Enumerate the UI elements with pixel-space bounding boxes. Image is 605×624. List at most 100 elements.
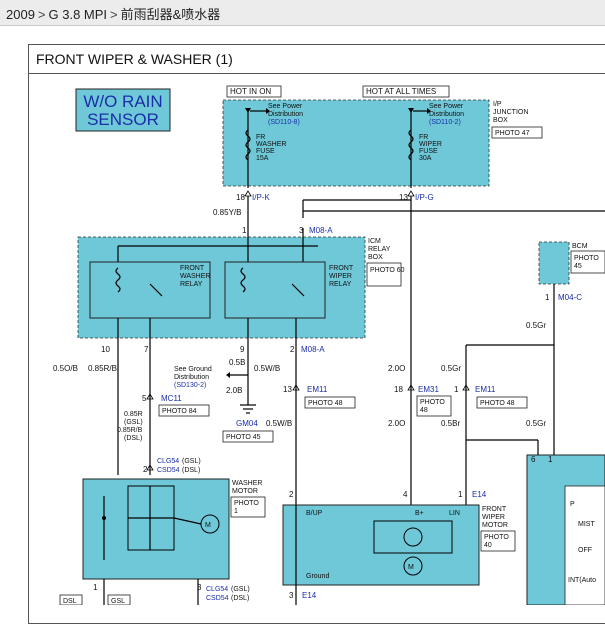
svg-text:2.0B: 2.0B [226, 386, 242, 395]
svg-text:B+: B+ [415, 510, 424, 517]
svg-text:10: 10 [101, 345, 110, 354]
svg-text:PHOTO 48: PHOTO 48 [480, 400, 515, 407]
svg-text:(GSL): (GSL) [182, 458, 201, 465]
svg-text:0.5Gr: 0.5Gr [526, 419, 546, 428]
svg-text:(DSL): (DSL) [124, 435, 142, 442]
svg-text:13: 13 [283, 385, 292, 394]
svg-text:45: 45 [574, 263, 582, 270]
svg-text:CLG54: CLG54 [206, 586, 228, 593]
svg-text:CSD54: CSD54 [157, 467, 180, 474]
svg-text:0.85Y/B: 0.85Y/B [213, 208, 241, 217]
svg-text:INT(Auto: INT(Auto [568, 577, 596, 584]
svg-text:(SD110-2): (SD110-2) [429, 119, 461, 126]
svg-text:See Ground: See Ground [174, 366, 212, 373]
svg-text:DSL: DSL [63, 598, 77, 605]
svg-text:2: 2 [289, 490, 294, 499]
icm-relay-box [77, 236, 366, 339]
svg-text:MOTOR: MOTOR [232, 488, 258, 495]
svg-text:(DSL): (DSL) [231, 595, 249, 602]
rain-sensor-line2: SENSOR [87, 110, 159, 129]
svg-text:1: 1 [454, 385, 459, 394]
svg-text:0.5Gr: 0.5Gr [526, 321, 546, 330]
svg-text:3: 3 [289, 591, 294, 600]
svg-text:BCM: BCM [572, 243, 588, 250]
svg-text:M08-A: M08-A [301, 345, 325, 354]
svg-text:48: 48 [420, 407, 428, 414]
svg-text:FR: FR [419, 134, 428, 141]
svg-text:(GSL): (GSL) [124, 419, 143, 426]
svg-text:FRONT: FRONT [329, 265, 354, 272]
svg-text:PHOTO: PHOTO [234, 500, 259, 507]
svg-text:0.5W/B: 0.5W/B [266, 419, 292, 428]
svg-text:WIPER: WIPER [482, 514, 505, 521]
svg-text:M: M [408, 564, 414, 571]
svg-text:0.5O/B: 0.5O/B [53, 364, 78, 373]
svg-text:B/UP: B/UP [306, 510, 323, 517]
svg-text:LIN: LIN [449, 510, 460, 517]
svg-text:BOX: BOX [368, 254, 383, 261]
rain-sensor-line1: W/O RAIN [83, 92, 162, 111]
svg-text:Ground: Ground [306, 573, 329, 580]
svg-text:Distribution: Distribution [174, 374, 209, 381]
svg-text:1: 1 [548, 455, 553, 464]
washer-motor [82, 478, 230, 580]
svg-text:0.85R/B: 0.85R/B [117, 427, 143, 434]
svg-text:See Power: See Power [429, 103, 464, 110]
svg-text:WIPER: WIPER [419, 141, 442, 148]
svg-text:0.85R: 0.85R [124, 411, 143, 418]
svg-text:0.85R/B: 0.85R/B [88, 364, 117, 373]
svg-text:CLG54: CLG54 [157, 458, 179, 465]
svg-text:MOTOR: MOTOR [482, 522, 508, 529]
svg-text:MIST: MIST [578, 521, 595, 528]
icm-photo: PHOTO 60 [370, 267, 405, 274]
svg-text:ICM: ICM [368, 238, 381, 245]
svg-text:FUSE: FUSE [419, 148, 438, 155]
svg-text:FRONT: FRONT [180, 265, 205, 272]
svg-text:9: 9 [240, 345, 245, 354]
conn-ipg: I/P-G [415, 193, 434, 202]
svg-text:13: 13 [399, 193, 408, 202]
svg-text:EM11: EM11 [475, 385, 496, 394]
svg-text:CSD54: CSD54 [206, 595, 229, 602]
svg-text:See Power: See Power [268, 103, 303, 110]
svg-text:WASHER: WASHER [232, 480, 262, 487]
svg-text:WIPER: WIPER [329, 273, 352, 280]
svg-text:18: 18 [236, 193, 245, 202]
svg-text:E14: E14 [472, 490, 487, 499]
svg-text:FRONT: FRONT [482, 506, 507, 513]
svg-text:40: 40 [484, 542, 492, 549]
svg-text:PHOTO 45: PHOTO 45 [226, 434, 261, 441]
svg-text:MC11: MC11 [161, 394, 182, 403]
svg-text:PHOTO: PHOTO [484, 534, 509, 541]
svg-text:GSL: GSL [111, 598, 125, 605]
svg-text:1: 1 [242, 226, 247, 235]
svg-text:Distribution: Distribution [268, 111, 303, 118]
svg-text:EM11: EM11 [307, 385, 328, 394]
svg-text:7: 7 [144, 345, 149, 354]
svg-text:0.5Gr: 0.5Gr [441, 364, 461, 373]
svg-text:WASHER: WASHER [180, 273, 210, 280]
svg-text:1: 1 [234, 508, 238, 515]
svg-text:6: 6 [531, 455, 536, 464]
svg-text:M08-A: M08-A [309, 226, 333, 235]
svg-text:30A: 30A [419, 155, 432, 162]
svg-text:Distribution: Distribution [429, 111, 464, 118]
bcm-box [538, 241, 570, 285]
svg-text:(SD130-2): (SD130-2) [174, 382, 206, 389]
svg-text:(GSL): (GSL) [231, 586, 250, 593]
svg-text:2: 2 [290, 345, 295, 354]
svg-text:PHOTO 84: PHOTO 84 [162, 408, 197, 415]
svg-text:FUSE: FUSE [256, 148, 275, 155]
svg-text:0.5Br: 0.5Br [441, 419, 460, 428]
hot-in-on-label: HOT IN ON [230, 87, 271, 96]
svg-text:RELAY: RELAY [368, 246, 391, 253]
svg-text:2.0O: 2.0O [388, 419, 405, 428]
svg-text:15A: 15A [256, 155, 269, 162]
svg-text:1: 1 [458, 490, 463, 499]
svg-text:RELAY: RELAY [180, 281, 203, 288]
svg-text:BOX: BOX [493, 117, 508, 124]
svg-text:RELAY: RELAY [329, 281, 352, 288]
junction-box-photo: PHOTO 47 [495, 130, 530, 137]
svg-text:1: 1 [545, 293, 550, 302]
svg-text:JUNCTION: JUNCTION [493, 109, 528, 116]
